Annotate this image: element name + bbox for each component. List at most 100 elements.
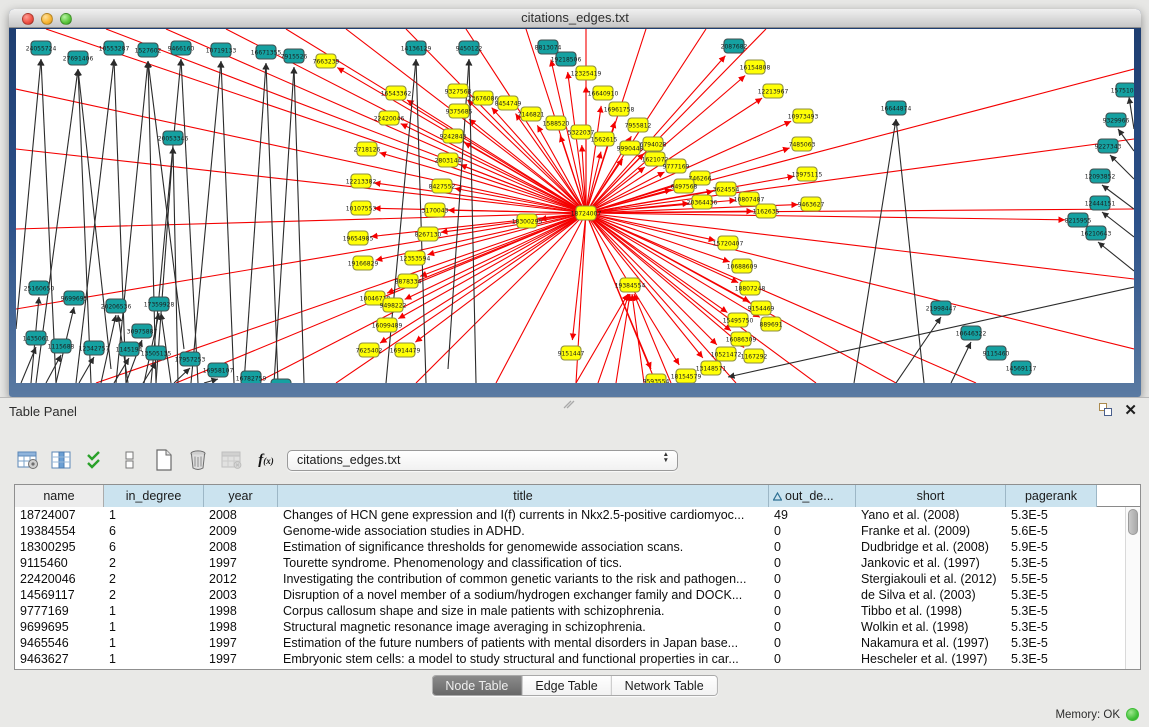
column-header-short[interactable]: short — [856, 485, 1006, 507]
table-cell[interactable]: 1 — [104, 635, 204, 651]
table-row[interactable]: 911546021997Tourette syndrome. Phenomeno… — [15, 555, 1125, 571]
table-cell[interactable]: 2008 — [204, 539, 278, 555]
table-cell[interactable]: 0 — [769, 587, 856, 603]
column-header-name[interactable]: name — [15, 485, 104, 507]
network-view[interactable]: 2405572427691406105532871527602946616010… — [16, 29, 1134, 383]
table-cell[interactable]: Disruption of a novel member of a sodium… — [278, 587, 769, 603]
tab-node-table[interactable]: Node Table — [432, 676, 522, 695]
table-cell[interactable]: Investigating the contribution of common… — [278, 571, 769, 587]
table-cell[interactable]: 1 — [104, 507, 204, 523]
table-cell[interactable]: 2003 — [204, 587, 278, 603]
table-cell[interactable]: Yano et al. (2008) — [856, 507, 1006, 523]
table-cell[interactable]: 1 — [104, 603, 204, 619]
table-cell[interactable]: 1998 — [204, 603, 278, 619]
table-cell[interactable]: 0 — [769, 539, 856, 555]
table-cell[interactable]: 18724007 — [15, 507, 104, 523]
column-header-pagerank[interactable]: pagerank — [1006, 485, 1097, 507]
table-cell[interactable]: 0 — [769, 619, 856, 635]
table-cell[interactable]: 5.3E-5 — [1006, 603, 1097, 619]
table-cell[interactable]: 1997 — [204, 651, 278, 667]
table-cell[interactable]: Estimation of significance thresholds fo… — [278, 539, 769, 555]
table-cell[interactable]: 0 — [769, 555, 856, 571]
table-cell[interactable]: 5.3E-5 — [1006, 587, 1097, 603]
table-cell[interactable]: 1998 — [204, 619, 278, 635]
table-cell[interactable]: 5.3E-5 — [1006, 635, 1097, 651]
table-cell[interactable]: Changes of HCN gene expression and I(f) … — [278, 507, 769, 523]
zoom-window-button[interactable] — [60, 13, 72, 25]
table-cell[interactable]: 1 — [104, 651, 204, 667]
table-row[interactable]: 1456911722003Disruption of a novel membe… — [15, 587, 1125, 603]
select-all-check-icon[interactable] — [84, 448, 108, 472]
table-cell[interactable]: Dudbridge et al. (2008) — [856, 539, 1006, 555]
panel-resize-handle[interactable] — [563, 400, 575, 409]
column-header-out-de-[interactable]: out_de... — [769, 485, 856, 507]
tab-network-table[interactable]: Network Table — [612, 676, 717, 695]
table-cell[interactable]: 5.3E-5 — [1006, 619, 1097, 635]
row-mode-icon[interactable] — [118, 448, 142, 472]
graph-node[interactable] — [271, 379, 291, 383]
table-cell[interactable]: Tibbo et al. (1998) — [856, 603, 1006, 619]
table-row[interactable]: 1938455462009Genome-wide association stu… — [15, 523, 1125, 539]
table-cell[interactable]: Corpus callosum shape and size in male p… — [278, 603, 769, 619]
table-settings-icon[interactable] — [16, 448, 40, 472]
table-cell[interactable]: 1997 — [204, 635, 278, 651]
table-cell[interactable]: 9699695 — [15, 619, 104, 635]
table-cell[interactable]: de Silva et al. (2003) — [856, 587, 1006, 603]
table-cell[interactable]: 2 — [104, 571, 204, 587]
table-cell[interactable]: 5.3E-5 — [1006, 507, 1097, 523]
minimize-window-button[interactable] — [41, 13, 53, 25]
table-cell[interactable]: 9115460 — [15, 555, 104, 571]
table-cell[interactable]: 18300295 — [15, 539, 104, 555]
table-row[interactable]: 1830029562008Estimation of significance … — [15, 539, 1125, 555]
table-cell[interactable]: Franke et al. (2009) — [856, 523, 1006, 539]
new-table-icon[interactable] — [152, 448, 176, 472]
table-cell[interactable]: 14569117 — [15, 587, 104, 603]
float-panel-icon[interactable] — [1099, 403, 1113, 417]
table-cell[interactable]: 0 — [769, 651, 856, 667]
table-cell[interactable]: 5.5E-5 — [1006, 571, 1097, 587]
table-cell[interactable]: Embryonic stem cells: a model to study s… — [278, 651, 769, 667]
table-row[interactable]: 969969511998Structural magnetic resonanc… — [15, 619, 1125, 635]
table-cell[interactable]: 1 — [104, 619, 204, 635]
table-cell[interactable]: Hescheler et al. (1997) — [856, 651, 1006, 667]
table-cell[interactable]: 2009 — [204, 523, 278, 539]
column-select-icon[interactable] — [50, 448, 74, 472]
table-cell[interactable]: 5.9E-5 — [1006, 539, 1097, 555]
table-cell[interactable]: 5.3E-5 — [1006, 651, 1097, 667]
table-source-select[interactable]: citations_edges.txt ▲▼ — [287, 450, 678, 471]
table-cell[interactable]: Nakamura et al. (1997) — [856, 635, 1006, 651]
table-cell[interactable]: 1997 — [204, 555, 278, 571]
table-cell[interactable]: Stergiakouli et al. (2012) — [856, 571, 1006, 587]
column-header-year[interactable]: year — [204, 485, 278, 507]
table-cell[interactable]: Estimation of the future numbers of pati… — [278, 635, 769, 651]
table-cell[interactable]: 9463627 — [15, 651, 104, 667]
table-cell[interactable]: 6 — [104, 523, 204, 539]
table-cell[interactable]: 0 — [769, 635, 856, 651]
table-cell[interactable]: 0 — [769, 523, 856, 539]
table-cell[interactable]: 2 — [104, 555, 204, 571]
table-cell[interactable]: Genome-wide association studies in ADHD. — [278, 523, 769, 539]
column-header-title[interactable]: title — [278, 485, 769, 507]
close-panel-icon[interactable]: ✕ — [1124, 401, 1137, 419]
close-window-button[interactable] — [22, 13, 34, 25]
table-cell[interactable]: 5.3E-5 — [1006, 555, 1097, 571]
table-cell[interactable]: Jankovic et al. (1997) — [856, 555, 1006, 571]
vertical-scrollbar[interactable] — [1125, 507, 1140, 669]
table-cell[interactable]: 2008 — [204, 507, 278, 523]
table-cell[interactable]: 22420046 — [15, 571, 104, 587]
table-cell[interactable]: 0 — [769, 603, 856, 619]
function-builder-icon[interactable]: f(x) — [254, 448, 278, 472]
column-header-in-degree[interactable]: in_degree — [104, 485, 204, 507]
table-cell[interactable]: 19384554 — [15, 523, 104, 539]
tab-edge-table[interactable]: Edge Table — [522, 676, 611, 695]
table-cell[interactable]: 9777169 — [15, 603, 104, 619]
table-cell[interactable]: 2012 — [204, 571, 278, 587]
table-row[interactable]: 977716911998Corpus callosum shape and si… — [15, 603, 1125, 619]
table-row[interactable]: 2242004622012Investigating the contribut… — [15, 571, 1125, 587]
network-canvas[interactable]: 2405572427691406105532871527602946616010… — [16, 29, 1134, 383]
table-cell[interactable]: 0 — [769, 571, 856, 587]
table-row[interactable]: 1872400712008Changes of HCN gene express… — [15, 507, 1125, 523]
table-cell[interactable]: 49 — [769, 507, 856, 523]
table-cell[interactable]: Wolkin et al. (1998) — [856, 619, 1006, 635]
scrollbar-thumb[interactable] — [1128, 509, 1138, 535]
